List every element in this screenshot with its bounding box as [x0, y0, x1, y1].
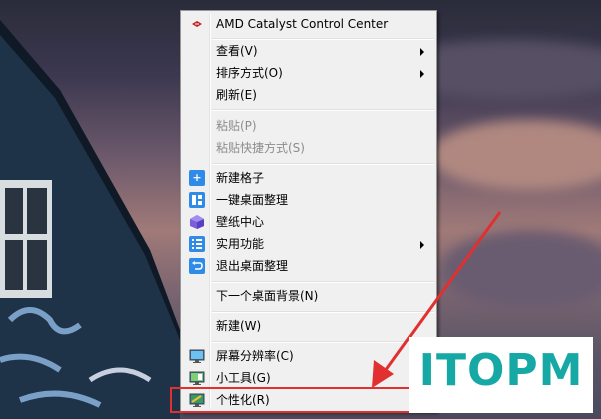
menu-item-wallpaper[interactable]: 壁纸中心	[183, 211, 434, 233]
menu-item-new[interactable]: 新建(W)	[183, 315, 434, 337]
menu-separator	[212, 109, 434, 111]
submenu-arrow-icon	[420, 241, 424, 249]
undo-icon	[189, 258, 205, 274]
menu-item-label: 小工具(G)	[216, 371, 271, 385]
plus-icon: +	[189, 170, 205, 186]
amd-icon	[192, 21, 202, 27]
menu-item-label: 排序方式(O)	[216, 66, 283, 80]
list-icon	[189, 236, 205, 252]
menu-item-label: 屏幕分辨率(C)	[216, 349, 294, 363]
menu-item-resolution[interactable]: 屏幕分辨率(C)	[183, 345, 434, 367]
menu-item-label: 粘贴(P)	[216, 119, 257, 133]
layout-icon	[189, 192, 205, 208]
menu-item-next-background[interactable]: 下一个桌面背景(N)	[183, 285, 434, 307]
menu-item-label: 壁纸中心	[216, 215, 265, 229]
menu-item-label: 新建格子	[216, 171, 265, 185]
menu-item-sort[interactable]: 排序方式(O)	[183, 62, 434, 84]
menu-item-exit-tidy[interactable]: 退出桌面整理	[183, 255, 434, 277]
menu-item-label: 一键桌面整理	[216, 193, 289, 207]
menu-separator	[212, 281, 434, 283]
menu-item-label: 查看(V)	[216, 44, 258, 58]
menu-item-refresh[interactable]: 刷新(E)	[183, 84, 434, 106]
menu-item-label: 实用功能	[216, 237, 265, 251]
menu-item-label: 退出桌面整理	[216, 259, 289, 273]
menu-item-one-click-tidy[interactable]: 一键桌面整理	[183, 189, 434, 211]
watermark-text: ITOPM	[418, 345, 584, 396]
menu-separator	[212, 341, 434, 343]
menu-item-view[interactable]: 查看(V)	[183, 40, 434, 62]
submenu-arrow-icon	[420, 48, 424, 56]
house-graphic	[0, 20, 180, 419]
menu-item-label: 下一个桌面背景(N)	[216, 289, 319, 303]
context-menu: AMD Catalyst Control Center 查看(V) 排序方式(O…	[180, 10, 437, 412]
menu-separator	[212, 163, 434, 165]
submenu-arrow-icon	[420, 70, 424, 78]
menu-item-label: 刷新(E)	[216, 88, 257, 102]
menu-item-amd[interactable]: AMD Catalyst Control Center	[183, 13, 434, 35]
menu-item-label: AMD Catalyst Control Center	[216, 17, 389, 31]
menu-item-utilities[interactable]: 实用功能	[183, 233, 434, 255]
monitor-icon	[189, 349, 205, 363]
menu-item-new-grid[interactable]: + 新建格子	[183, 167, 434, 189]
highlight-box	[170, 387, 414, 413]
menu-item-label: 粘贴快捷方式(S)	[216, 141, 305, 155]
watermark-logo: ITOPM	[409, 337, 593, 413]
cube-icon	[190, 215, 204, 229]
menu-item-gadgets[interactable]: 小工具(G)	[183, 367, 434, 389]
menu-item-paste[interactable]: 粘贴(P)	[183, 115, 434, 137]
menu-separator	[212, 311, 434, 313]
gadgets-icon	[189, 371, 205, 385]
menu-item-paste-shortcut[interactable]: 粘贴快捷方式(S)	[183, 137, 434, 159]
menu-item-label: 新建(W)	[216, 319, 262, 333]
